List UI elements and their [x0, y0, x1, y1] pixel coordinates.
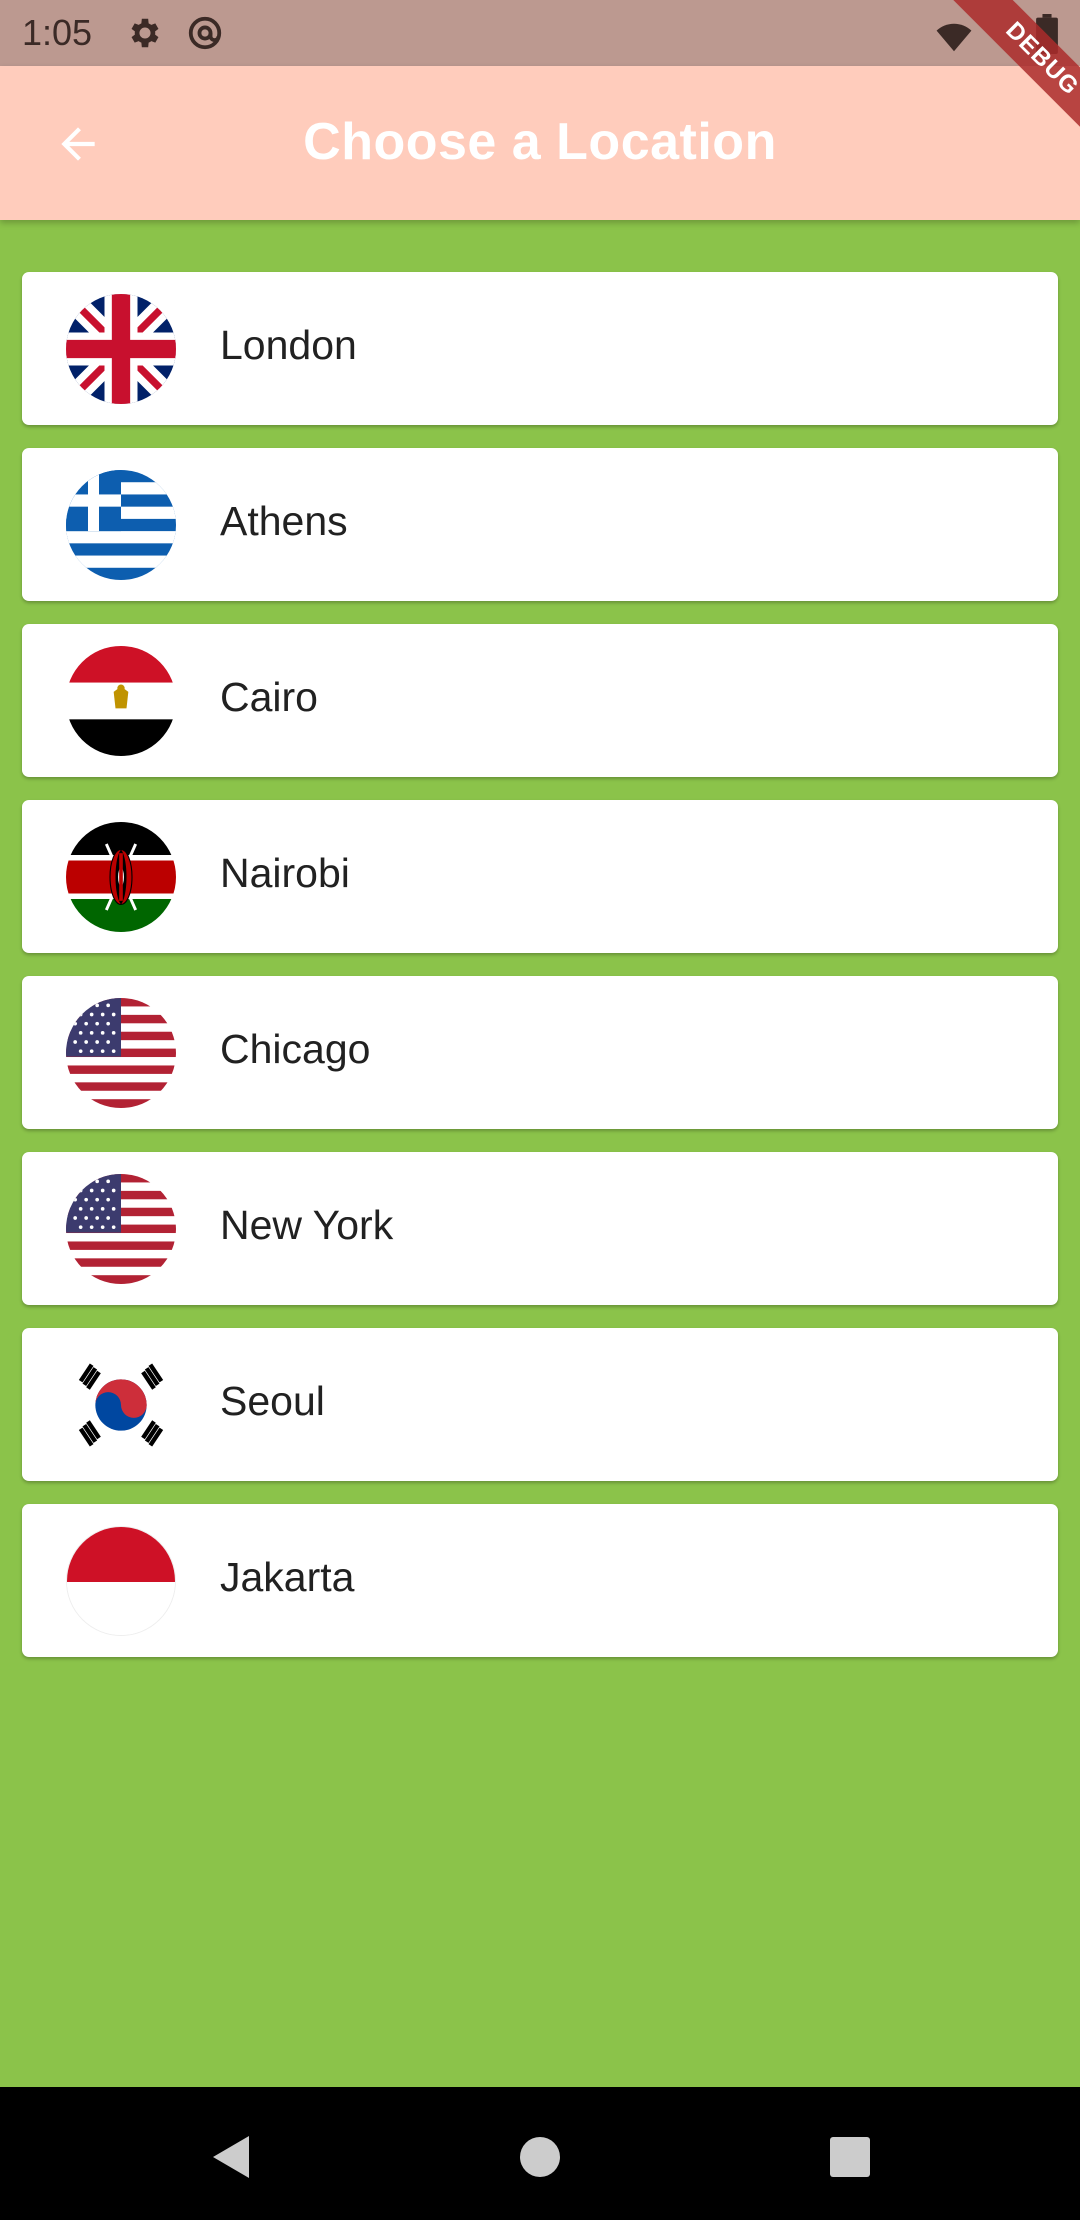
- nav-recents-button[interactable]: [820, 2127, 880, 2187]
- system-nav-bar: [0, 2087, 1080, 2220]
- recents-square-icon: [830, 2137, 870, 2177]
- location-name: Seoul: [220, 1378, 325, 1424]
- location-item-chicago[interactable]: Chicago: [22, 976, 1058, 1129]
- egypt-flag-icon: [66, 646, 176, 756]
- kenya-flag-icon: [66, 822, 176, 932]
- home-circle-icon: [520, 2137, 560, 2177]
- location-list: London Athens Cairo Nairobi Chicago New …: [22, 272, 1058, 1680]
- south-korea-flag-icon: [66, 1350, 176, 1460]
- location-item-new-york[interactable]: New York: [22, 1152, 1058, 1305]
- at-sign-icon: [188, 16, 222, 50]
- location-item-cairo[interactable]: Cairo: [22, 624, 1058, 777]
- united-kingdom-flag-icon: [66, 294, 176, 404]
- nav-back-button[interactable]: [200, 2127, 260, 2187]
- location-name: Athens: [220, 498, 348, 544]
- gear-icon: [131, 18, 159, 48]
- location-name: New York: [220, 1202, 394, 1248]
- app-bar: Choose a Location: [0, 66, 1080, 220]
- status-bar: 1:05: [0, 0, 1080, 66]
- location-item-seoul[interactable]: Seoul: [22, 1328, 1058, 1481]
- wifi-icon: [936, 23, 972, 52]
- location-name: Jakarta: [220, 1554, 355, 1600]
- united-states-flag-icon: [66, 998, 176, 1108]
- location-item-nairobi[interactable]: Nairobi: [22, 800, 1058, 953]
- location-name: Cairo: [220, 674, 318, 720]
- back-triangle-icon: [213, 2136, 249, 2178]
- location-name: Chicago: [220, 1026, 371, 1072]
- location-item-london[interactable]: London: [22, 272, 1058, 425]
- greece-flag-icon: [66, 470, 176, 580]
- battery-icon: [1036, 14, 1058, 54]
- status-time: 1:05: [22, 12, 93, 53]
- location-name: London: [220, 322, 357, 368]
- location-item-jakarta[interactable]: Jakarta: [22, 1504, 1058, 1657]
- nav-home-button[interactable]: [510, 2127, 570, 2187]
- location-name: Nairobi: [220, 850, 350, 896]
- location-item-athens[interactable]: Athens: [22, 448, 1058, 601]
- indonesia-flag-icon: [66, 1526, 176, 1636]
- page-title: Choose a Location: [303, 113, 777, 171]
- united-states-flag-icon: [66, 1174, 176, 1284]
